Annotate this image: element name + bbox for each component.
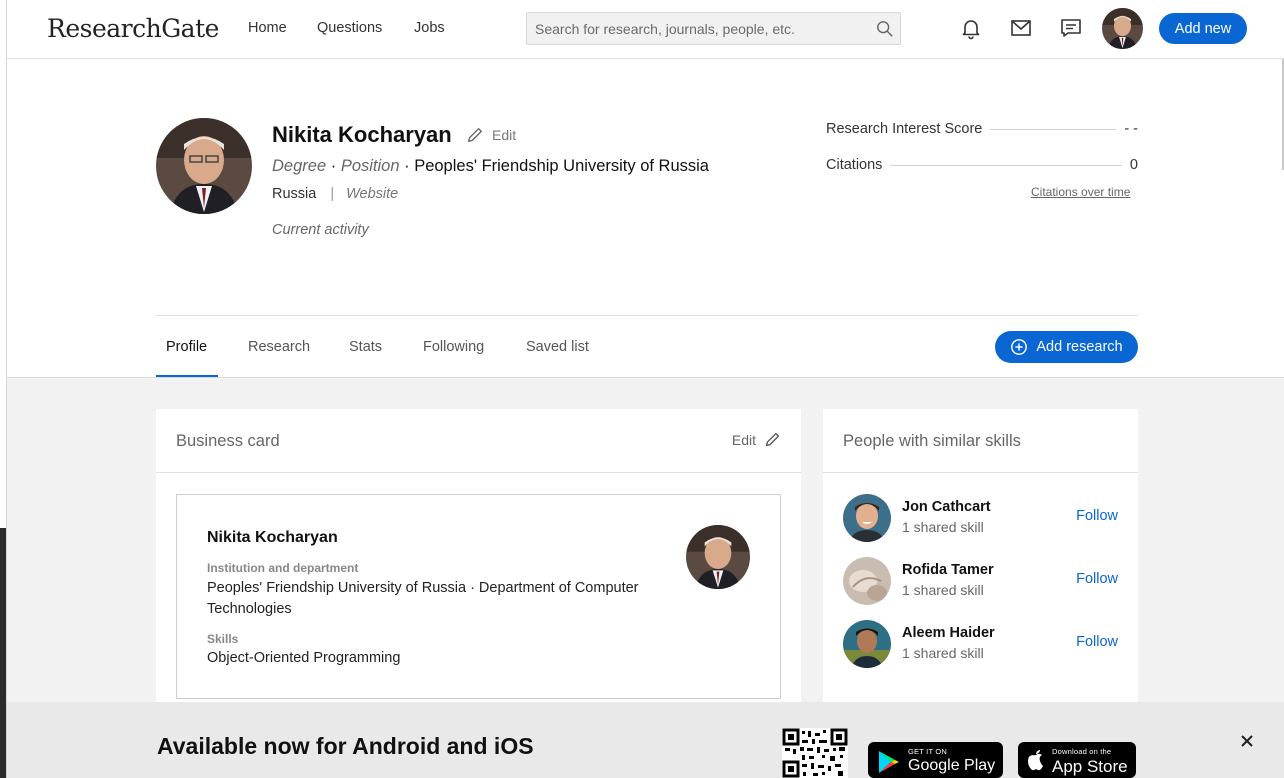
person-avatar[interactable] <box>843 620 891 668</box>
tab-profile[interactable]: Profile <box>166 339 207 355</box>
person-shared-skills: 1 shared skill <box>902 582 984 598</box>
google-play-badge[interactable]: GET IT ON Google Play <box>868 742 1003 778</box>
list-item: Jon Cathcart 1 shared skill Follow <box>843 494 1118 544</box>
follow-button[interactable]: Follow <box>1076 571 1118 587</box>
banner-title: Available now for Android and iOS <box>157 733 534 759</box>
current-activity[interactable]: Current activity <box>272 222 369 238</box>
similar-skills-panel: People with similar skills Jon Cathcart … <box>823 409 1138 702</box>
search-box <box>526 12 901 45</box>
edit-business-card-button[interactable]: Edit <box>732 431 781 448</box>
profile-affiliation-line: Degree · Position · Peoples' Friendship … <box>272 157 709 176</box>
person-name[interactable]: Aleem Haider <box>902 625 995 641</box>
google-play-big-text: Google Play <box>908 757 996 774</box>
stat-divider <box>990 128 1117 130</box>
separator-bar: | <box>330 186 335 202</box>
edit-profile-label: Edit <box>492 127 517 143</box>
nav-home-link[interactable]: Home <box>248 20 287 36</box>
profile-website[interactable]: Website <box>346 186 398 202</box>
bell-icon[interactable] <box>959 16 983 40</box>
similar-skills-title: People with similar skills <box>843 432 1021 450</box>
google-play-small-text: GET IT ON <box>908 747 948 756</box>
skills-value: Object-Oriented Programming <box>207 650 401 666</box>
similar-skills-header: People with similar skills <box>823 409 1138 473</box>
background-window <box>0 528 6 778</box>
list-item: Aleem Haider 1 shared skill Follow <box>843 620 1118 670</box>
close-icon[interactable] <box>1239 733 1255 749</box>
citations-value: 0 <box>1129 157 1138 173</box>
add-research-label: Add research <box>1036 339 1123 355</box>
follow-button[interactable]: Follow <box>1076 634 1118 650</box>
profile-name: Nikita Kocharyan <box>272 122 452 147</box>
nav-questions-link[interactable]: Questions <box>317 20 382 36</box>
user-avatar[interactable] <box>1102 8 1143 49</box>
pencil-icon <box>468 128 482 142</box>
profile-institution[interactable]: Peoples' Friendship University of Russia <box>414 157 709 175</box>
app-store-small-text: Download on the <box>1052 747 1112 756</box>
business-card-avatar <box>686 525 750 589</box>
business-card-name: Nikita Kocharyan <box>207 529 338 546</box>
business-card-header: Business card Edit <box>156 409 801 473</box>
research-interest-stat: Research Interest Score - - <box>826 119 1138 139</box>
plus-circle-icon <box>1011 339 1028 355</box>
edit-business-card-label: Edit <box>731 431 756 448</box>
separator-dot: · <box>404 157 410 175</box>
researchgate-logo[interactable]: ResearchGate <box>47 14 219 43</box>
citations-over-time-link[interactable]: Citations over time <box>1031 185 1130 199</box>
add-new-button[interactable]: Add new <box>1159 13 1247 44</box>
chat-icon[interactable] <box>1059 16 1083 40</box>
nav-jobs-link[interactable]: Jobs <box>414 20 445 36</box>
google-play-icon <box>879 751 899 773</box>
app-store-badge[interactable]: Download on the App Store <box>1018 742 1136 778</box>
window-left-edge <box>0 0 7 778</box>
top-nav-bar: ResearchGate Home Questions Jobs Add new <box>7 0 1284 59</box>
person-avatar[interactable] <box>843 557 891 605</box>
person-name[interactable]: Rofida Tamer <box>902 562 994 578</box>
separator-dot: · <box>330 157 337 175</box>
profile-position[interactable]: Position <box>341 157 400 175</box>
person-name[interactable]: Jon Cathcart <box>902 499 991 515</box>
mail-icon[interactable] <box>1009 16 1033 40</box>
app-store-big-text: App Store <box>1052 757 1128 776</box>
follow-button[interactable]: Follow <box>1076 508 1118 524</box>
stat-divider <box>890 164 1122 166</box>
search-icon[interactable] <box>876 20 894 38</box>
app-download-banner: Available now for Android and iOS GET IT… <box>7 702 1284 778</box>
qr-code-icon <box>782 728 848 778</box>
list-item: Rofida Tamer 1 shared skill Follow <box>843 557 1118 607</box>
tab-following[interactable]: Following <box>423 339 484 355</box>
person-shared-skills: 1 shared skill <box>902 519 984 535</box>
profile-photo[interactable] <box>156 118 252 214</box>
person-shared-skills: 1 shared skill <box>902 645 984 661</box>
business-card-title: Business card <box>176 432 280 450</box>
tabs-divider <box>156 315 1138 316</box>
business-card-panel: Business card Edit Nikita Kocharyan Inst… <box>156 409 801 709</box>
skills-label: Skills <box>207 632 239 646</box>
tab-saved-list[interactable]: Saved list <box>526 339 589 355</box>
tab-stats[interactable]: Stats <box>349 339 382 355</box>
tab-research[interactable]: Research <box>248 339 310 355</box>
research-interest-value: - - <box>1124 121 1138 137</box>
business-card: Nikita Kocharyan Institution and departm… <box>176 494 781 699</box>
pencil-icon <box>765 432 780 447</box>
profile-degree[interactable]: Degree <box>272 157 326 175</box>
research-interest-label: Research Interest Score <box>826 121 983 137</box>
apple-icon <box>1028 750 1043 771</box>
add-research-button[interactable]: Add research <box>995 331 1138 363</box>
citations-stat: Citations 0 <box>826 155 1138 175</box>
person-avatar[interactable] <box>843 494 891 542</box>
institution-label: Institution and department <box>207 561 359 575</box>
profile-country: Russia <box>272 186 317 202</box>
citations-label: Citations <box>826 157 883 173</box>
profile-location-line: Russia | Website <box>272 186 398 202</box>
edit-profile-button[interactable]: Edit <box>466 126 516 144</box>
search-input[interactable] <box>527 13 867 44</box>
institution-value: Peoples' Friendship University of Russia… <box>207 580 639 617</box>
